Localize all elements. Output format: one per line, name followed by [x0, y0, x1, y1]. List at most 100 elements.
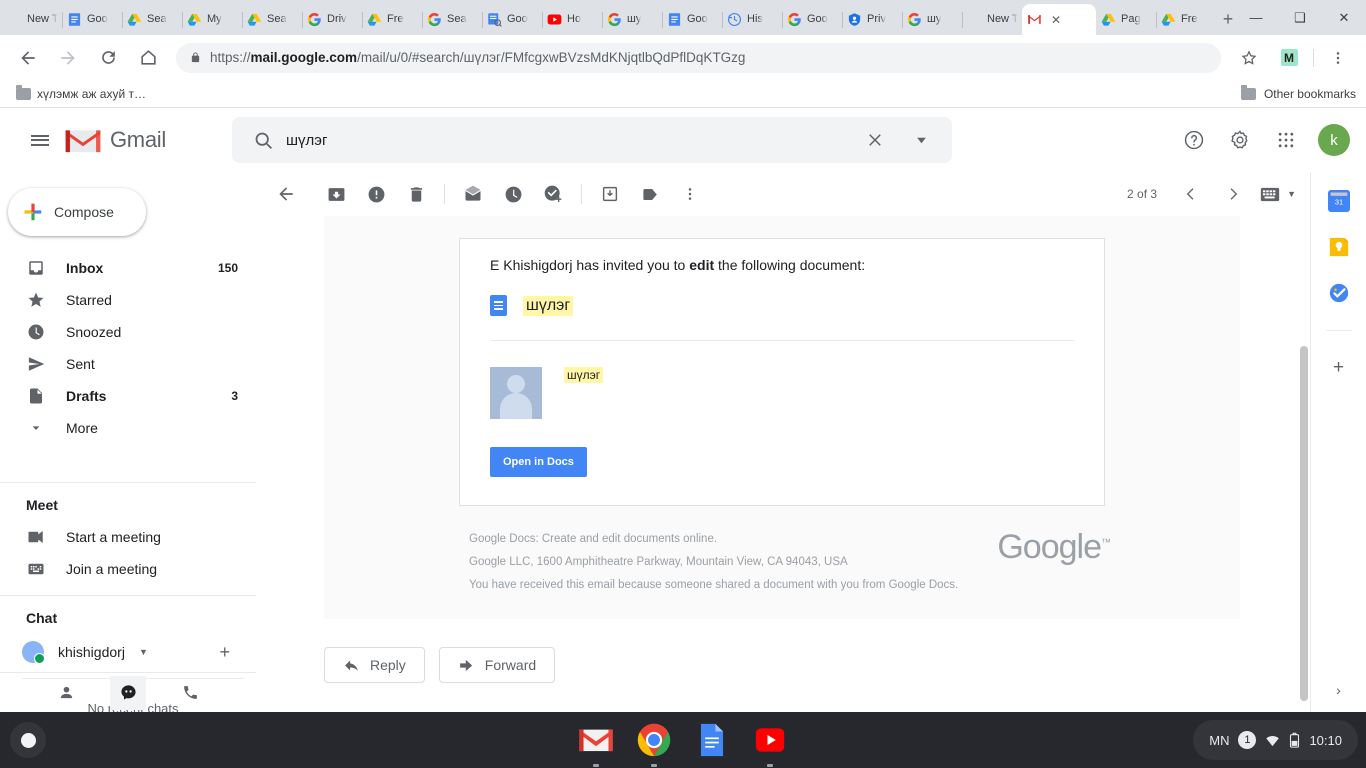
chevron-down-icon[interactable]: ▼: [1287, 189, 1296, 199]
chat-user-row[interactable]: khishigdorj ▼ +: [0, 634, 256, 670]
new-tab-button[interactable]: +: [1222, 5, 1234, 33]
plus-icon: [24, 203, 42, 221]
browser-tab[interactable]: шу: [602, 4, 662, 35]
calendar-icon[interactable]: 31: [1327, 190, 1350, 212]
battery-icon[interactable]: [1289, 732, 1300, 748]
browser-tab[interactable]: шу: [902, 4, 962, 35]
contacts-tab[interactable]: [48, 676, 84, 710]
browser-tab[interactable]: His: [722, 4, 782, 35]
browser-tab[interactable]: New Tab: [962, 4, 1022, 35]
report-spam-icon[interactable]: [356, 174, 396, 214]
bookmark-item[interactable]: хүлэмж аж ахуй т…: [10, 84, 152, 103]
chat-tab[interactable]: [110, 675, 146, 710]
bookmark-star-icon[interactable]: [1233, 42, 1265, 74]
notification-badge[interactable]: 1: [1238, 731, 1257, 749]
browser-tab[interactable]: Sea: [122, 4, 182, 35]
browser-tab[interactable]: Sea: [422, 4, 482, 35]
expand-panel-icon[interactable]: ›: [1336, 682, 1341, 698]
sidebar-item-sent[interactable]: Sent: [0, 348, 256, 380]
reply-button[interactable]: Reply: [324, 647, 425, 683]
docs-icon[interactable]: [690, 718, 734, 762]
forward-button[interactable]: Forward: [438, 647, 556, 683]
document-row[interactable]: шүлэг: [490, 295, 1074, 316]
help-icon[interactable]: [1174, 120, 1214, 160]
youtube-icon[interactable]: [748, 718, 792, 767]
add-addon-icon[interactable]: +: [1333, 357, 1344, 379]
maximize-button[interactable]: ❑: [1278, 2, 1322, 34]
next-page-button[interactable]: [1213, 174, 1253, 214]
browser-tab-active[interactable]: ✕: [1022, 4, 1096, 35]
minimize-button[interactable]: —: [1234, 2, 1278, 34]
home-button[interactable]: [132, 42, 164, 74]
reload-button[interactable]: [92, 42, 124, 74]
label-icon[interactable]: [630, 174, 670, 214]
input-method-label[interactable]: MN: [1209, 733, 1229, 748]
back-button[interactable]: [12, 42, 44, 74]
back-arrow-icon[interactable]: [266, 174, 306, 214]
tasks-icon[interactable]: [1328, 282, 1350, 304]
previous-page-button[interactable]: [1171, 174, 1211, 214]
sidebar-item-starred[interactable]: Starred: [0, 284, 256, 316]
chrome-menu-button[interactable]: [1322, 42, 1354, 74]
email-message: E Khishigdorj has invited you to edit th…: [324, 216, 1240, 683]
browser-tab[interactable]: Sea: [242, 4, 302, 35]
address-bar[interactable]: https://mail.google.com/mail/u/0/#search…: [176, 42, 1221, 73]
clock[interactable]: 10:10: [1309, 733, 1342, 748]
forward-button[interactable]: [52, 42, 84, 74]
browser-tab[interactable]: Goo: [482, 4, 542, 35]
browser-tab[interactable]: Ho: [542, 4, 602, 35]
mail-scrollbar[interactable]: [1300, 346, 1308, 701]
keep-icon[interactable]: [1328, 236, 1350, 258]
close-window-button[interactable]: ✕: [1322, 2, 1366, 34]
avatar[interactable]: k: [1318, 124, 1350, 156]
browser-tab[interactable]: Goo: [782, 4, 842, 35]
document-title[interactable]: шүлэг: [523, 295, 574, 316]
search-input[interactable]: [286, 131, 852, 149]
snooze-icon[interactable]: [493, 174, 533, 214]
compose-button[interactable]: Compose: [8, 188, 146, 236]
browser-tab[interactable]: Priv: [842, 4, 902, 35]
browser-tab[interactable]: Driv: [302, 4, 362, 35]
main-menu-button[interactable]: [16, 116, 64, 164]
browser-tab[interactable]: New Tab: [2, 4, 62, 35]
browser-tab[interactable]: Fre: [362, 4, 422, 35]
other-bookmarks[interactable]: Other bookmarks: [1240, 84, 1356, 101]
sidebar-item-join-meeting[interactable]: Join a meeting: [0, 553, 256, 585]
folder-icon: [1240, 84, 1256, 100]
open-in-docs-button[interactable]: Open in Docs: [490, 447, 587, 477]
delete-icon[interactable]: [396, 174, 436, 214]
gmail-logo[interactable]: Gmail: [64, 126, 220, 155]
clear-search-button[interactable]: [852, 117, 898, 163]
move-to-icon[interactable]: [590, 174, 630, 214]
keyboard-shortcuts-icon[interactable]: [1255, 174, 1285, 214]
launcher-button[interactable]: [10, 722, 46, 758]
browser-tab[interactable]: Fre: [1156, 4, 1216, 35]
browser-tab[interactable]: Pag: [1096, 4, 1156, 35]
more-options-icon[interactable]: [670, 174, 710, 214]
browser-tab[interactable]: My: [182, 4, 242, 35]
sidebar-item-start-meeting[interactable]: Start a meeting: [0, 521, 256, 553]
browser-tab[interactable]: Goo: [662, 4, 722, 35]
archive-icon[interactable]: [316, 174, 356, 214]
profile-avatar-icon[interactable]: M: [1273, 42, 1305, 74]
add-to-tasks-icon[interactable]: [533, 174, 573, 214]
wifi-icon[interactable]: [1265, 733, 1280, 748]
browser-tab[interactable]: Goo: [62, 4, 122, 35]
sidebar-item-more[interactable]: More: [0, 412, 256, 444]
add-chat-icon[interactable]: +: [219, 642, 230, 663]
mark-unread-icon[interactable]: [453, 174, 493, 214]
tab-title: шу: [627, 13, 642, 25]
search-bar[interactable]: [232, 117, 952, 163]
search-options-button[interactable]: [898, 117, 944, 163]
chrome-icon[interactable]: [632, 718, 676, 767]
gmail-icon[interactable]: [574, 718, 618, 767]
sidebar-item-drafts[interactable]: Drafts 3: [0, 380, 256, 412]
sidebar-item-snoozed[interactable]: Snoozed: [0, 316, 256, 348]
phone-tab[interactable]: [172, 676, 208, 710]
sidebar-item-inbox[interactable]: Inbox 150: [0, 252, 256, 284]
system-tray[interactable]: MN 1 10:10: [1193, 720, 1358, 760]
google-apps-icon[interactable]: [1266, 120, 1306, 160]
close-icon[interactable]: ✕: [1051, 13, 1061, 27]
chevron-down-icon[interactable]: ▼: [139, 647, 148, 657]
gear-icon[interactable]: [1220, 120, 1260, 160]
